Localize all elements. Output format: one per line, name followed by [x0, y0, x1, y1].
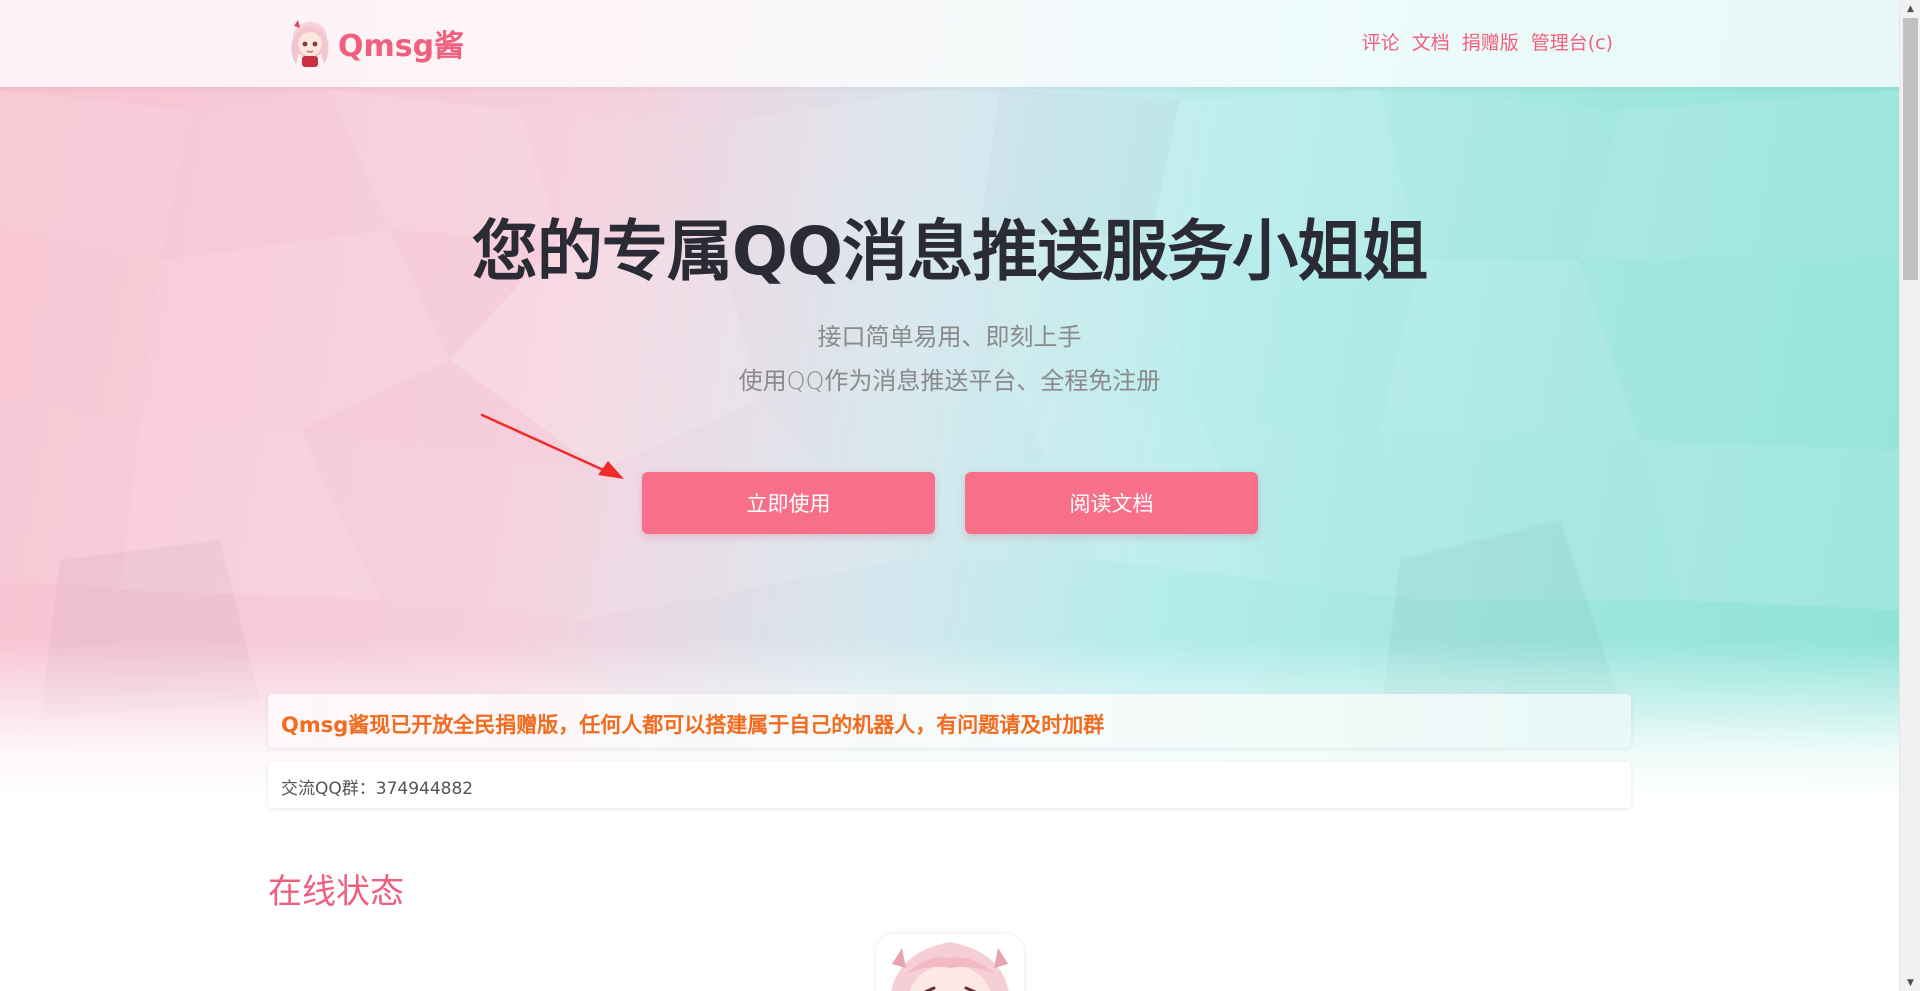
- top-header: Qmsg酱 评论 文档 捐赠版 管理台(c): [0, 0, 1899, 87]
- nav-link-docs[interactable]: 文档: [1412, 28, 1450, 55]
- qq-group-text: 交流QQ群：374944882: [281, 779, 474, 799]
- anime-girl-avatar-icon: [291, 20, 329, 67]
- online-status-heading: 在线状态: [268, 872, 404, 912]
- brand-name: Qmsg酱: [338, 29, 465, 64]
- scroll-down-arrow-icon[interactable]: ▼: [1900, 974, 1920, 991]
- nav-link-comments[interactable]: 评论: [1362, 28, 1400, 55]
- donation-notice-text: Qmsg酱现已开放全民捐赠版，任何人都可以搭建属于自己的机器人，有问题请及时加群: [281, 713, 1105, 737]
- scroll-up-arrow-icon[interactable]: ▲: [1900, 0, 1920, 17]
- status-avatar: [876, 934, 1024, 991]
- donation-notice-box: Qmsg酱现已开放全民捐赠版，任何人都可以搭建属于自己的机器人，有问题请及时加群: [268, 694, 1631, 748]
- red-arrow-annotation-icon: [480, 413, 624, 479]
- hero-subtitle-line1: 接口简单易用、即刻上手: [817, 323, 1082, 351]
- start-using-button[interactable]: 立即使用: [642, 472, 935, 534]
- hero-subtitle-line2: 使用QQ作为消息推送平台、全程免注册: [738, 367, 1161, 395]
- nav-link-admin-console[interactable]: 管理台(c): [1531, 28, 1613, 55]
- hero-background: [0, 0, 1899, 800]
- nav-link-donation-edition[interactable]: 捐赠版: [1462, 28, 1519, 55]
- hero-title: 您的专属QQ消息推送服务小姐姐: [471, 213, 1428, 290]
- read-docs-button[interactable]: 阅读文档: [965, 472, 1258, 534]
- anime-girl-portrait-icon: [876, 934, 1024, 991]
- main-nav: 评论 文档 捐赠版 管理台(c): [1362, 28, 1613, 55]
- qq-group-box: 交流QQ群：374944882: [268, 762, 1631, 808]
- vertical-scrollbar[interactable]: ▲ ▼: [1899, 0, 1920, 991]
- page: Qmsg酱 评论 文档 捐赠版 管理台(c) 您的专属QQ消息推送服务小姐姐 接…: [0, 0, 1899, 991]
- scrollbar-thumb[interactable]: [1903, 18, 1918, 280]
- brand-logo[interactable]: Qmsg酱: [288, 18, 464, 68]
